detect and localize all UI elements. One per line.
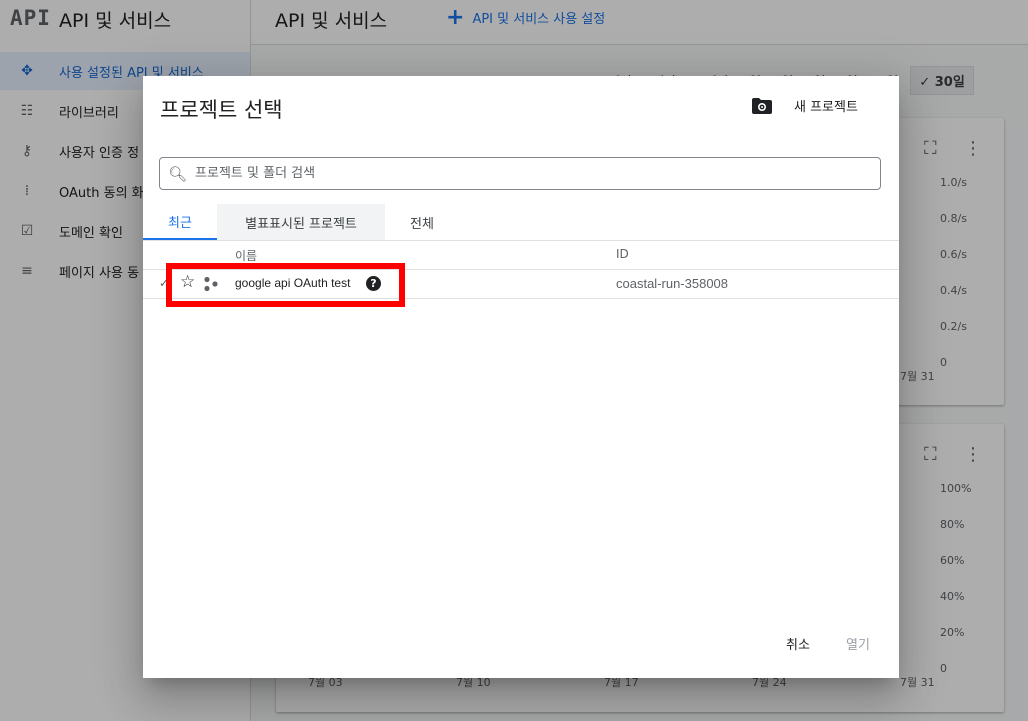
dialog-title: 프로젝트 선택 xyxy=(160,98,283,122)
highlight-annotation-box xyxy=(166,263,405,307)
dialog-tabs: 최근 별표표시된 프로젝트 전체 xyxy=(143,204,459,240)
tab-all[interactable]: 전체 xyxy=(385,204,459,240)
tab-starred[interactable]: 별표표시된 프로젝트 xyxy=(217,204,385,240)
project-search-input[interactable] xyxy=(193,165,880,182)
tabs-divider xyxy=(143,240,899,241)
new-project-label: 새 프로젝트 xyxy=(794,100,858,115)
project-select-dialog: 프로젝트 선택 새 프로젝트 🔍︎ 최근 별표표시된 프로젝트 전체 이름 ID… xyxy=(143,76,899,678)
project-id: coastal-run-358008 xyxy=(616,276,729,291)
open-button[interactable]: 열기 xyxy=(846,634,870,653)
tab-recent[interactable]: 최근 xyxy=(143,204,217,240)
project-search-box[interactable]: 🔍︎ xyxy=(159,157,881,190)
column-header-id: ID xyxy=(616,247,629,261)
folder-settings-icon xyxy=(752,97,772,114)
search-icon: 🔍︎ xyxy=(168,164,188,183)
column-header-name: 이름 xyxy=(235,249,258,263)
cancel-button[interactable]: 취소 xyxy=(786,634,810,653)
new-project-button[interactable]: 새 프로젝트 xyxy=(751,96,858,115)
